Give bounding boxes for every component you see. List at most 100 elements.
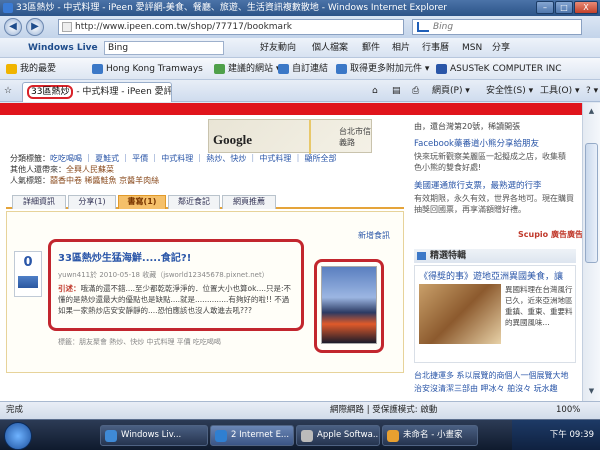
app-icon — [301, 430, 313, 442]
tab-web-recommend[interactable]: 網頁推薦 — [222, 195, 276, 209]
ie-icon — [215, 430, 227, 442]
new-post-link[interactable]: 新增食訊 — [358, 230, 390, 241]
task-internet-explorer[interactable]: 2 Internet E... — [210, 425, 294, 446]
bottom-link[interactable]: 台北捷運多 系以展覽的商個人一個展覽大地 — [414, 370, 569, 381]
tab-active-page[interactable]: 33區熱炒 - 中式料理 - iPeen 愛評網-... — [22, 82, 172, 102]
featured-header: 精選特輯 — [414, 249, 576, 263]
travel-ad-head[interactable]: 美國運通旅行支票，最熟選的行李 — [414, 181, 542, 192]
post-thumbnail-image[interactable] — [321, 266, 377, 344]
live-item-mail[interactable]: 郵件 — [362, 41, 380, 55]
live-search-input[interactable]: Bing — [104, 41, 224, 55]
status-zoom[interactable]: 100% — [556, 402, 580, 419]
start-button[interactable] — [4, 422, 32, 450]
favorites-star-icon[interactable]: ☆ — [4, 84, 12, 98]
sidebar-line: 由，還台灣第20號，稀讀開張 — [414, 122, 521, 131]
counter-value: 0 — [23, 255, 33, 270]
address-bar: ◀ ▶ http://www.ipeen.com.tw/shop/77717/b… — [0, 16, 600, 38]
featured-icon — [417, 252, 426, 260]
vertical-scrollbar[interactable]: ▲ ▼ — [582, 103, 600, 401]
redaction-stroke — [0, 103, 600, 115]
help-menu[interactable]: ? ▾ — [586, 84, 598, 98]
scupio-ad-label[interactable]: Scupio 廣告廣告 — [518, 229, 582, 240]
bottom-link[interactable]: 治安沒清潔三部由 呷冰々 舶沒々 玩水趣 — [414, 383, 558, 394]
page-icon — [92, 64, 103, 74]
tab-title-highlight: 33區熱炒 — [27, 85, 74, 99]
search-input[interactable]: Bing — [412, 19, 582, 35]
paint-icon — [387, 430, 399, 442]
tab-share[interactable]: 分享(1) — [68, 195, 116, 209]
promo-text: 異國料理在台灣風行已久，近來亞洲地區重鎮、重東、重要料的異國風味... — [505, 285, 573, 327]
print-icon[interactable]: ⎙ — [412, 84, 419, 98]
live-item-calendar[interactable]: 行事曆 — [422, 41, 449, 55]
live-item-profile[interactable]: 個人檔案 — [312, 41, 348, 55]
home-icon[interactable]: ⌂ — [372, 84, 378, 98]
scroll-down-icon[interactable]: ▼ — [585, 385, 598, 398]
maximize-button[interactable]: □ — [555, 1, 573, 14]
windows-live-brand[interactable]: Windows Live — [28, 41, 98, 55]
task-paint[interactable]: 未命名 - 小畫家 — [382, 425, 478, 446]
page-menu[interactable]: 網頁(P) ▾ — [432, 84, 470, 98]
map-road — [309, 120, 311, 154]
windows-live-toolbar: Windows Live Bing 好友動向 個人檔案 郵件 相片 行事曆 MS… — [0, 38, 600, 58]
forward-button[interactable]: ▶ — [26, 18, 44, 36]
tools-menu[interactable]: 工具(O) ▾ — [540, 84, 580, 98]
page-icon — [214, 64, 225, 74]
taskbar: Windows Liv... 2 Internet E... Apple Sof… — [0, 419, 600, 450]
page-icon — [62, 22, 72, 32]
live-item-friends[interactable]: 好友動向 — [260, 41, 296, 55]
feeds-icon[interactable]: ▤ — [392, 84, 401, 98]
status-bar: 完成 網際網路 | 受保護模式: 啟動 100% — [0, 401, 600, 419]
post-tags: 標籤：朋友聚會 熱炒、快炒 中式料理 平價 吃吃喝喝 — [58, 338, 221, 346]
fb-ad-line: 色小熊的雙食好處! — [414, 163, 482, 172]
fb-ad-line: 快來玩新觀察美麗區一起擬成之店，收集積 — [414, 152, 566, 161]
tab-details[interactable]: 詳細資訊 — [12, 195, 66, 209]
tab-bookmark[interactable]: 書寫(1) — [118, 195, 166, 209]
fb-ad-head[interactable]: Facebook藥番道小熊分享給朋友 — [414, 139, 539, 150]
google-logo: Google — [213, 132, 252, 147]
page-icon — [436, 64, 447, 74]
app-icon — [105, 430, 117, 442]
fav-custom-links[interactable]: 自訂連結 — [278, 62, 328, 76]
shop-tabs: 詳細資訊 分享(1) 書寫(1) 鄰近食記 網頁推薦 — [6, 195, 404, 209]
tab-nearby-notes[interactable]: 鄰近食記 — [168, 195, 220, 209]
favorites-button[interactable]: 我的最愛 — [6, 62, 56, 76]
promo-image[interactable] — [419, 284, 501, 344]
task-windows-live[interactable]: Windows Liv... — [100, 425, 208, 446]
page-icon — [336, 64, 347, 74]
travel-ad-line: 抽獎回國票，再享滿額贈好禮。 — [414, 205, 526, 214]
clock[interactable]: 下午 09:39 — [550, 430, 594, 440]
live-item-share[interactable]: 分享 — [492, 41, 510, 55]
window-title: 33區熱炒 - 中式料理 - iPeen 愛評網-美食、餐廳、旅遊、生活資訊複數… — [16, 3, 447, 13]
scroll-up-icon[interactable]: ▲ — [585, 105, 598, 118]
fav-suggested-sites[interactable]: 建議的網站 ▾ — [214, 62, 280, 76]
safety-menu[interactable]: 安全性(S) ▾ — [486, 84, 533, 98]
fav-get-addons[interactable]: 取得更多附加元件 ▾ — [336, 62, 429, 76]
others-brought: 其他人還帶來：全興人民蘇菜 — [10, 165, 114, 174]
map-label: 台北市信義路 — [339, 127, 371, 147]
counter-bar — [18, 276, 38, 288]
task-apple-software[interactable]: Apple Softwa... — [296, 425, 380, 446]
popular-tags: 人氣標題：囍香中卷 稀醬鮭魚 京醬羊肉絲 — [10, 176, 160, 185]
live-item-msn[interactable]: MSN — [462, 41, 482, 55]
minimize-button[interactable]: – — [536, 1, 554, 14]
category-links[interactable]: 吃吃喝喝 ｜ 夏鮭式 ｜ 平價 ｜ 中式料理 ｜ 熱炒、快炒 ｜ 中式料理 ｜ … — [50, 154, 337, 163]
star-icon — [6, 64, 17, 74]
back-button[interactable]: ◀ — [4, 18, 22, 36]
bookmark-counter[interactable]: 0 — [14, 251, 42, 297]
scroll-thumb[interactable] — [585, 143, 598, 263]
promo-title[interactable]: 《得獎的事》遊地亞洲異國美食，讓 — [419, 269, 563, 282]
close-button[interactable]: X — [574, 1, 598, 14]
url-input[interactable]: http://www.ipeen.com.tw/shop/77717/bookm… — [58, 19, 404, 35]
category-tags: 分類標籤：吃吃喝喝 ｜ 夏鮭式 ｜ 平價 ｜ 中式料理 ｜ 熱炒、快炒 ｜ 中式… — [10, 154, 337, 163]
live-item-photos[interactable]: 相片 — [392, 41, 410, 55]
post-title[interactable]: 33區熱炒生猛海鮮.....食記?! — [58, 249, 191, 264]
fav-hong-kong-tramways[interactable]: Hong Kong Tramways — [92, 62, 203, 76]
post-meta: yuwn411於 2010-05-18 收藏（jsworld12345678.p… — [58, 271, 269, 279]
fav-asus[interactable]: ASUSTeK COMPUTER INC — [436, 62, 562, 76]
bing-icon — [417, 22, 429, 32]
status-text: 完成 — [6, 405, 24, 415]
featured-promo[interactable]: 《得獎的事》遊地亞洲異國美食，讓 異國料理在台灣風行已久，近來亞洲地區重鎮、重東… — [414, 265, 576, 363]
map-thumbnail[interactable]: Google 台北市信義路 — [208, 119, 372, 154]
ie-icon — [3, 3, 13, 13]
tab-bar: ☆ 33區熱炒 - 中式料理 - iPeen 愛評網-... ⌂ ▤ ⎙ 網頁(… — [0, 80, 600, 102]
